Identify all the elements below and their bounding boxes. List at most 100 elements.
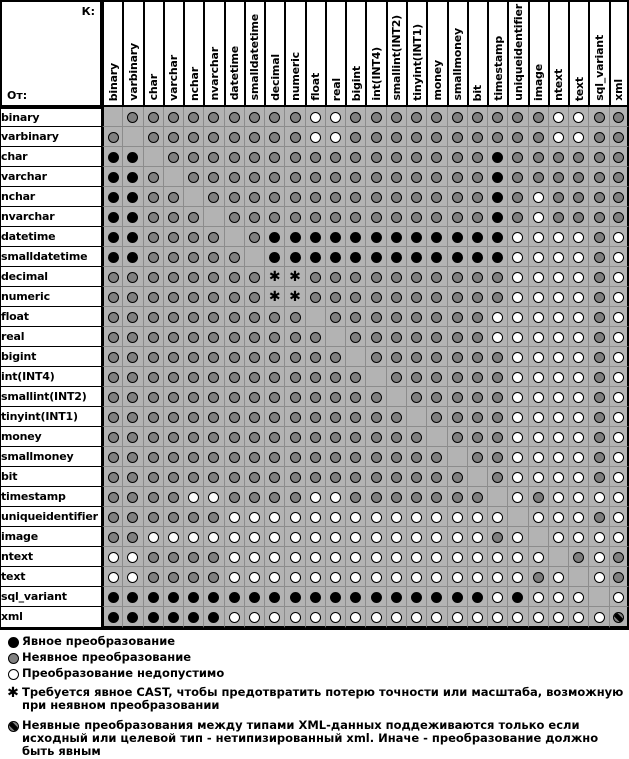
column-header-label: smalldatetime <box>248 14 262 101</box>
matrix-cell <box>527 306 548 327</box>
empty-cell-marker <box>208 211 219 222</box>
implicit-conversion-dot-icon <box>208 171 220 183</box>
implicit-conversion-dot-icon <box>127 371 139 383</box>
matrix-cell <box>142 186 163 207</box>
no-conversion-dot-icon <box>573 511 585 523</box>
implicit-conversion-dot-icon <box>532 171 544 183</box>
column-header: char <box>142 0 163 107</box>
matrix-cell <box>547 546 569 567</box>
implicit-conversion-dot-icon <box>188 411 200 423</box>
matrix-cell <box>487 306 508 327</box>
implicit-conversion-dot-icon <box>248 371 260 383</box>
no-conversion-dot-icon <box>532 451 544 463</box>
implicit-conversion-dot-icon <box>167 551 179 563</box>
no-conversion-dot-icon <box>612 311 624 323</box>
matrix-cell <box>264 486 285 507</box>
matrix-cell <box>223 366 244 387</box>
matrix-row: real <box>0 326 629 347</box>
implicit-conversion-dot-icon <box>390 311 402 323</box>
implicit-conversion-dot-icon <box>593 111 605 123</box>
implicit-conversion-dot-icon <box>309 431 321 443</box>
matrix-cell <box>426 126 447 147</box>
implicit-conversion-dot-icon <box>208 191 220 203</box>
matrix-cell <box>385 106 406 127</box>
matrix-row: bit <box>0 466 629 487</box>
matrix-cell <box>162 206 184 227</box>
implicit-conversion-dot-icon <box>188 151 200 163</box>
no-conversion-dot-icon <box>612 511 624 523</box>
column-header-label: datetime <box>228 46 242 101</box>
implicit-conversion-dot-icon <box>492 351 504 363</box>
cast-required-star-icon: ✱ <box>7 684 19 701</box>
explicit-conversion-dot-icon <box>107 211 119 223</box>
matrix-cell <box>304 466 325 487</box>
matrix-cell <box>487 386 508 407</box>
no-conversion-dot-icon <box>471 551 483 563</box>
matrix-cell <box>243 306 265 327</box>
matrix-cell <box>102 386 123 407</box>
implicit-conversion-dot-icon <box>390 491 402 503</box>
explicit-conversion-dot-icon <box>370 251 382 263</box>
explicit-conversion-dot-icon <box>492 171 504 183</box>
matrix-row: float <box>0 306 629 327</box>
matrix-cell <box>527 146 548 167</box>
implicit-conversion-dot-icon <box>167 111 179 123</box>
matrix-cell <box>527 606 548 628</box>
implicit-conversion-dot-icon <box>188 331 200 343</box>
matrix-cell <box>203 206 224 227</box>
matrix-cell <box>142 266 163 287</box>
no-conversion-dot-icon <box>573 251 585 263</box>
column-header: image <box>527 0 548 107</box>
implicit-conversion-dot-icon <box>593 431 605 443</box>
implicit-conversion-dot-icon <box>431 191 443 203</box>
explicit-conversion-dot-icon <box>188 611 200 623</box>
implicit-conversion-dot-icon <box>147 391 159 403</box>
implicit-conversion-dot-icon <box>269 431 281 443</box>
matrix-cell <box>405 146 427 167</box>
matrix-cell <box>446 586 467 607</box>
matrix-cell <box>365 306 386 327</box>
matrix-cell <box>426 146 447 167</box>
matrix-cell <box>304 166 325 187</box>
no-conversion-dot-icon <box>573 531 585 543</box>
no-conversion-dot-icon <box>7 668 19 680</box>
implicit-conversion-dot-icon <box>350 311 362 323</box>
matrix-cell <box>365 486 386 507</box>
matrix-row: datetime <box>0 226 629 247</box>
no-conversion-dot-icon <box>228 531 240 543</box>
matrix-cell <box>527 446 548 467</box>
implicit-conversion-dot-icon <box>228 171 240 183</box>
matrix-cell <box>608 106 629 127</box>
implicit-conversion-dot-icon <box>248 431 260 443</box>
matrix-cell <box>284 486 305 507</box>
matrix-row: smalldatetime <box>0 246 629 267</box>
no-conversion-dot-icon <box>471 511 483 523</box>
matrix-cell <box>284 386 305 407</box>
matrix-cell <box>203 586 224 607</box>
implicit-conversion-dot-icon <box>188 571 200 583</box>
matrix-cell <box>223 126 244 147</box>
no-conversion-dot-icon <box>552 511 564 523</box>
matrix-cell <box>122 566 143 587</box>
no-conversion-dot-icon <box>370 511 382 523</box>
no-conversion-dot-icon <box>612 231 624 243</box>
column-header-label: uniqueidentifier <box>511 4 525 101</box>
implicit-conversion-dot-icon <box>309 371 321 383</box>
matrix-cell <box>608 546 629 567</box>
matrix-cell <box>243 526 265 547</box>
implicit-conversion-dot-icon <box>289 451 301 463</box>
implicit-conversion-dot-icon <box>512 131 524 143</box>
implicit-conversion-dot-icon <box>390 291 402 303</box>
explicit-conversion-dot-icon <box>127 171 139 183</box>
implicit-conversion-dot-icon <box>471 371 483 383</box>
matrix-cell <box>102 206 123 227</box>
explicit-conversion-dot-icon <box>350 591 362 603</box>
no-conversion-dot-icon <box>289 551 301 563</box>
matrix-cell <box>527 186 548 207</box>
implicit-conversion-dot-icon <box>127 471 139 483</box>
implicit-conversion-dot-icon <box>411 151 423 163</box>
explicit-conversion-dot-icon <box>471 591 483 603</box>
no-conversion-dot-icon <box>573 291 585 303</box>
matrix-cell <box>527 206 548 227</box>
implicit-conversion-dot-icon <box>593 451 605 463</box>
